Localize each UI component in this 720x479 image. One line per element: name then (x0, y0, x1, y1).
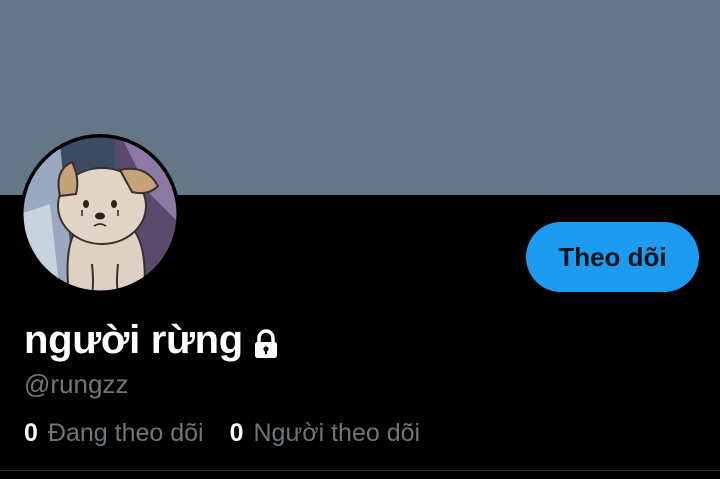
profile-avatar[interactable] (20, 134, 180, 294)
followers-label: Người theo dõi (253, 418, 421, 447)
following-label: Đang theo dõi (47, 418, 204, 447)
profile-header: Theo dõi người rừng @rungzz 0 Đang theo … (0, 0, 720, 479)
name-row: người rừng (24, 316, 283, 364)
display-name: người rừng (24, 318, 243, 362)
followers-stat-link[interactable]: 0 Người theo dõi (230, 419, 420, 448)
profile-handle: @rungzz (24, 369, 129, 399)
follow-stats: 0 Đang theo dõi 0 Người theo dõi (24, 416, 420, 450)
divider (0, 470, 720, 471)
follow-button[interactable]: Theo dõi (526, 222, 699, 292)
puppy-avatar-icon (20, 134, 180, 294)
followers-count: 0 (229, 418, 244, 447)
following-count: 0 (24, 418, 38, 447)
following-stat-link[interactable]: 0 Đang theo dõi (24, 419, 204, 448)
lock-icon (249, 327, 283, 361)
